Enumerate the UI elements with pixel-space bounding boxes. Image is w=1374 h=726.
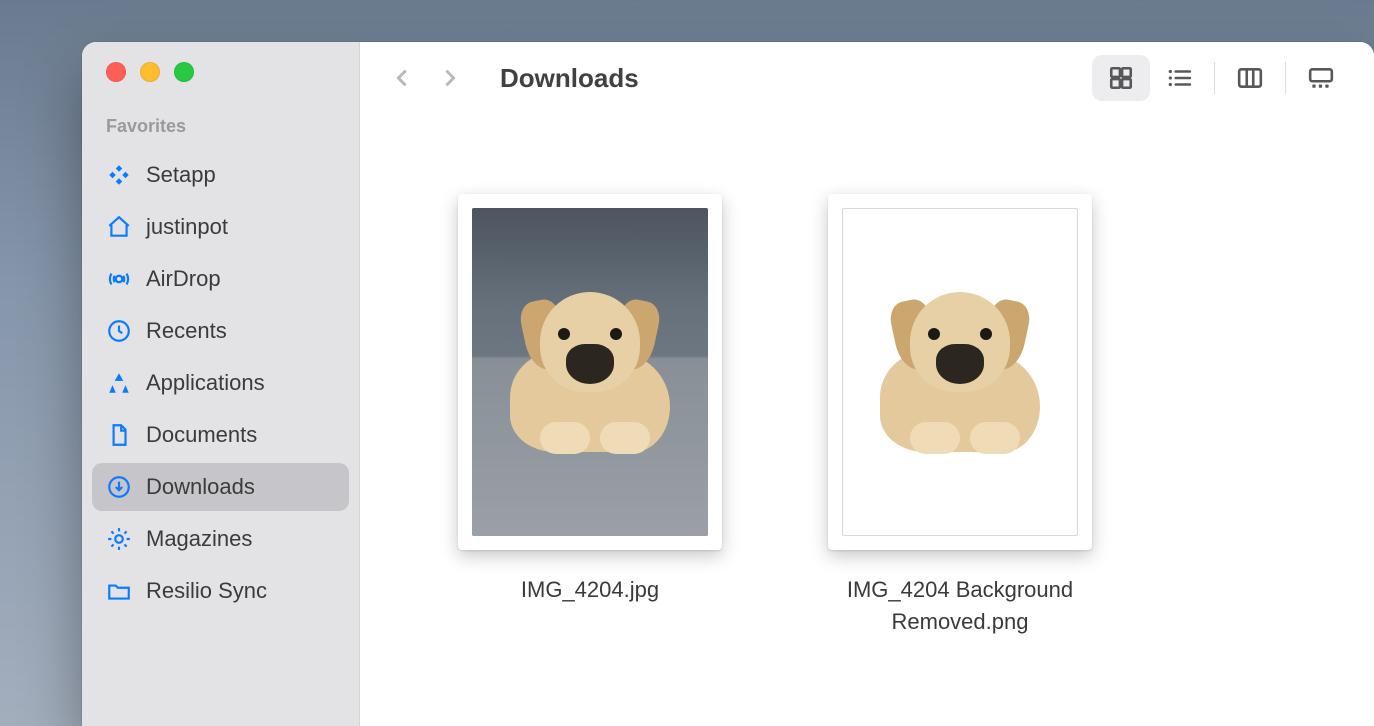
- sidebar-item-applications[interactable]: Applications: [92, 359, 349, 407]
- file-item[interactable]: IMG_4204.jpg: [450, 194, 730, 606]
- gallery-view-button[interactable]: [1292, 55, 1350, 101]
- document-icon: [106, 422, 132, 448]
- file-thumbnail: [828, 194, 1092, 550]
- sidebar-item-downloads[interactable]: Downloads: [92, 463, 349, 511]
- finder-window: Favorites Setapp justinpot AirDrop Recen…: [82, 42, 1374, 726]
- sidebar-item-airdrop[interactable]: AirDrop: [92, 255, 349, 303]
- download-icon: [106, 474, 132, 500]
- setapp-icon: [106, 162, 132, 188]
- thumbnail-image-jpg: [472, 208, 708, 536]
- folder-icon: [106, 578, 132, 604]
- gear-icon: [106, 526, 132, 552]
- fullscreen-window-button[interactable]: [174, 62, 194, 82]
- sidebar-item-label: Setapp: [146, 162, 216, 188]
- close-window-button[interactable]: [106, 62, 126, 82]
- sidebar-item-label: Recents: [146, 318, 227, 344]
- view-switcher: [1092, 55, 1350, 101]
- icon-view-button[interactable]: [1092, 55, 1150, 101]
- minimize-window-button[interactable]: [140, 62, 160, 82]
- sidebar-item-label: Documents: [146, 422, 257, 448]
- file-name-label: IMG_4204 Background Removed.png: [820, 574, 1100, 638]
- file-thumbnail: [458, 194, 722, 550]
- sidebar-favorites-header: Favorites: [82, 110, 359, 147]
- sidebar-item-documents[interactable]: Documents: [92, 411, 349, 459]
- sidebar-item-resilio-sync[interactable]: Resilio Sync: [92, 567, 349, 615]
- list-view-button[interactable]: [1150, 55, 1208, 101]
- sidebar-item-label: justinpot: [146, 214, 228, 240]
- clock-icon: [106, 318, 132, 344]
- sidebar-item-label: Applications: [146, 370, 265, 396]
- sidebar: Favorites Setapp justinpot AirDrop Recen…: [82, 42, 360, 726]
- thumbnail-image-png: [842, 208, 1078, 536]
- file-item[interactable]: IMG_4204 Background Removed.png: [820, 194, 1100, 638]
- airdrop-icon: [106, 266, 132, 292]
- view-separator: [1285, 62, 1286, 94]
- back-button[interactable]: [378, 54, 426, 102]
- file-name-label: IMG_4204.jpg: [521, 574, 659, 606]
- sidebar-item-magazines[interactable]: Magazines: [92, 515, 349, 563]
- apps-icon: [106, 370, 132, 396]
- home-icon: [106, 214, 132, 240]
- main-content: Downloads: [360, 42, 1374, 726]
- sidebar-item-recents[interactable]: Recents: [92, 307, 349, 355]
- sidebar-item-label: Magazines: [146, 526, 252, 552]
- view-separator: [1214, 62, 1215, 94]
- sidebar-item-setapp[interactable]: Setapp: [92, 151, 349, 199]
- sidebar-item-label: Resilio Sync: [146, 578, 267, 604]
- forward-button[interactable]: [426, 54, 474, 102]
- column-view-button[interactable]: [1221, 55, 1279, 101]
- folder-title: Downloads: [500, 63, 1092, 94]
- sidebar-item-label: Downloads: [146, 474, 255, 500]
- toolbar: Downloads: [360, 42, 1374, 114]
- window-controls: [82, 62, 359, 110]
- sidebar-item-label: AirDrop: [146, 266, 221, 292]
- sidebar-item-home[interactable]: justinpot: [92, 203, 349, 251]
- files-grid: IMG_4204.jpg IMG_4204: [360, 114, 1374, 726]
